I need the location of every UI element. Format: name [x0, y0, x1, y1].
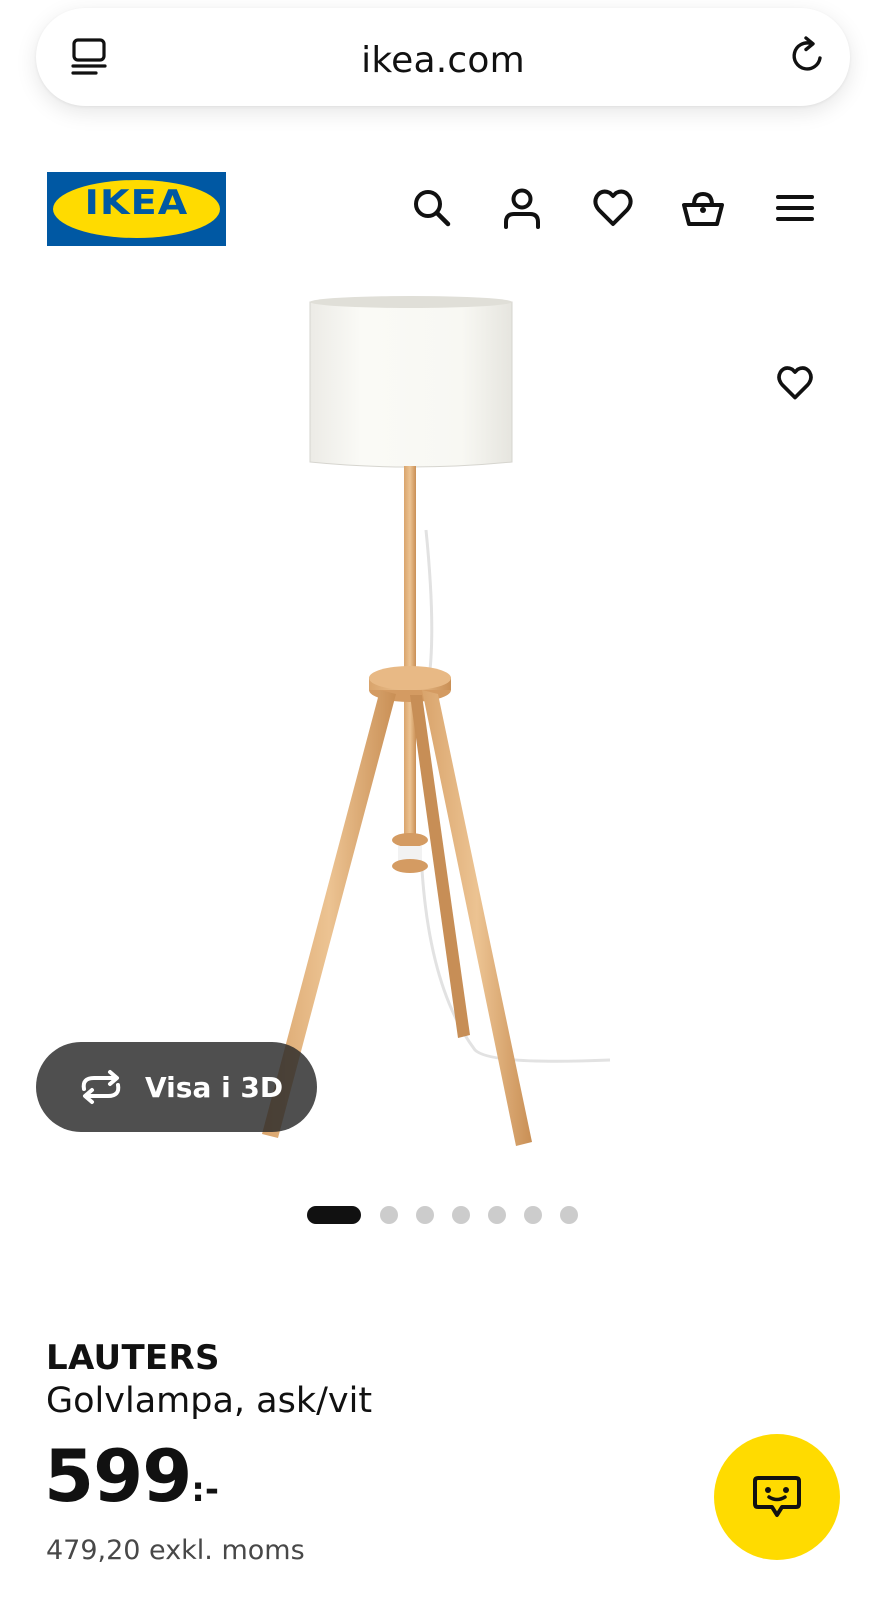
heart-icon[interactable]: [591, 186, 635, 230]
address-bar[interactable]: ikea.com: [36, 8, 850, 106]
carousel-dot[interactable]: [524, 1206, 542, 1224]
product-gallery[interactable]: [0, 270, 886, 1170]
heart-icon: [777, 366, 813, 400]
carousel-dot[interactable]: [380, 1206, 398, 1224]
product-name: LAUTERS: [46, 1338, 220, 1378]
menu-icon[interactable]: [773, 186, 817, 230]
basket-icon[interactable]: [681, 186, 725, 230]
user-icon[interactable]: [500, 186, 544, 230]
view-in-3d-button[interactable]: Visa i 3D: [36, 1042, 317, 1132]
search-icon[interactable]: [410, 186, 454, 230]
browser-toolbar: ikea.com: [0, 0, 886, 130]
chat-button[interactable]: [714, 1434, 840, 1560]
price-excl-vat: 479,20 exkl. moms: [46, 1535, 305, 1566]
rotate-3d-icon: [81, 1070, 121, 1104]
carousel-dot[interactable]: [307, 1206, 361, 1224]
carousel-dot[interactable]: [488, 1206, 506, 1224]
ikea-logo[interactable]: IKEA: [47, 172, 226, 246]
chat-icon: [753, 1476, 801, 1517]
reload-icon[interactable]: [786, 34, 830, 78]
carousel-dot[interactable]: [416, 1206, 434, 1224]
view-in-3d-label: Visa i 3D: [145, 1071, 284, 1104]
product-description: Golvlampa, ask/vit: [46, 1381, 373, 1421]
product-image[interactable]: [250, 290, 650, 1150]
url-text[interactable]: ikea.com: [36, 40, 850, 81]
carousel-dot[interactable]: [560, 1206, 578, 1224]
logo-text: IKEA: [84, 183, 189, 223]
price-suffix: :-: [191, 1470, 220, 1510]
save-to-favourites-button[interactable]: [752, 340, 838, 426]
carousel-dot[interactable]: [452, 1206, 470, 1224]
product-price: 599:-: [44, 1434, 219, 1518]
price-integer: 599: [44, 1434, 192, 1518]
